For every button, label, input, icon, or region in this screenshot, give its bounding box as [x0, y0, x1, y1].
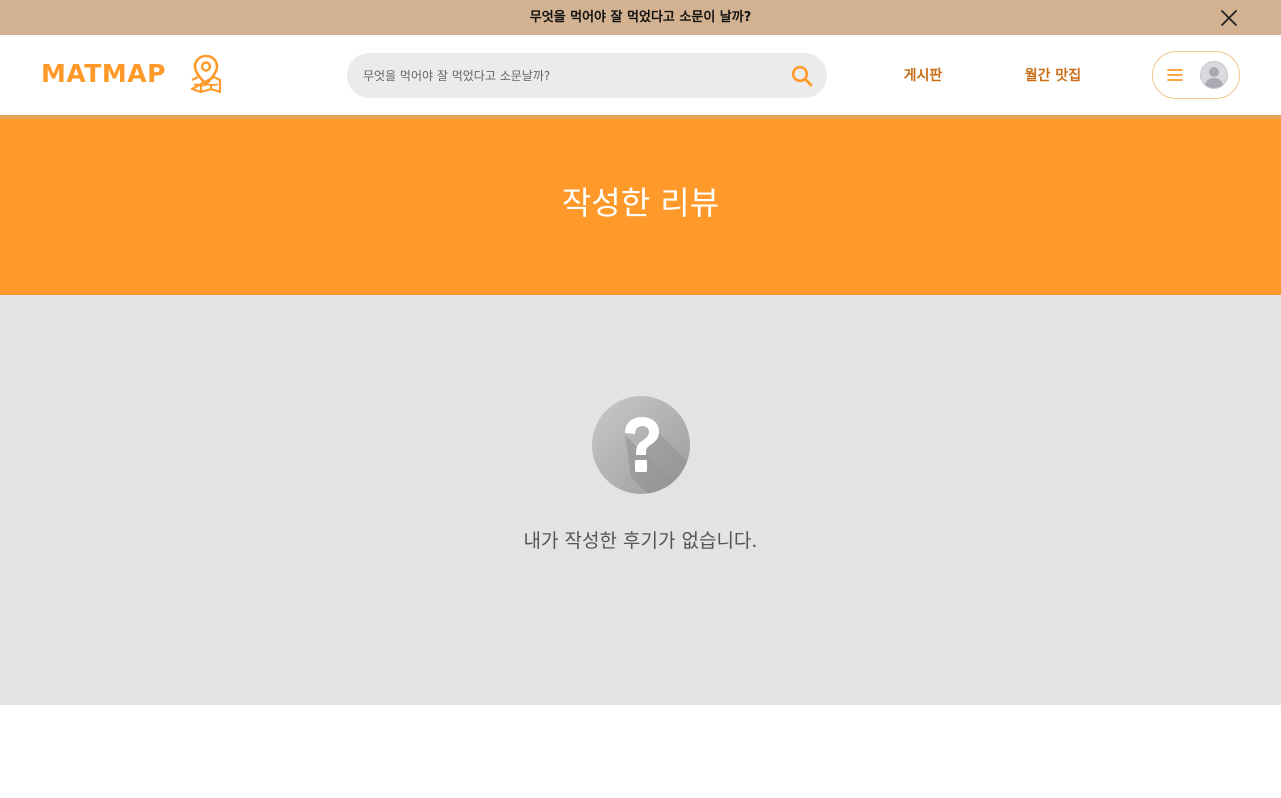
map-pin-icon	[189, 54, 223, 94]
nav-monthly-restaurants-link[interactable]: 월간 맛집	[1013, 64, 1093, 88]
logo-text: MATMAP	[41, 59, 166, 88]
user-avatar-icon	[1200, 61, 1228, 89]
announcement-bar: 무엇을 먹어야 잘 먹었다고 소문이 날까?	[0, 0, 1281, 35]
reviews-content: 내가 작성한 후기가 없습니다.	[0, 295, 1281, 705]
empty-state-message: 내가 작성한 후기가 없습니다.	[523, 530, 758, 552]
hamburger-icon	[1166, 66, 1184, 84]
logo[interactable]: MATMAP	[41, 54, 223, 94]
question-icon	[591, 395, 691, 495]
search-bar	[347, 53, 827, 98]
search-icon[interactable]	[790, 64, 814, 88]
page-hero: 작성한 리뷰	[0, 119, 1281, 295]
page-title: 작성한 리뷰	[561, 184, 720, 222]
search-input[interactable]	[363, 53, 783, 98]
nav-board-link[interactable]: 게시판	[893, 64, 953, 88]
user-menu-button[interactable]	[1152, 51, 1240, 99]
announcement-text: 무엇을 먹어야 잘 먹었다고 소문이 날까?	[529, 10, 752, 25]
close-icon[interactable]	[1217, 6, 1241, 30]
